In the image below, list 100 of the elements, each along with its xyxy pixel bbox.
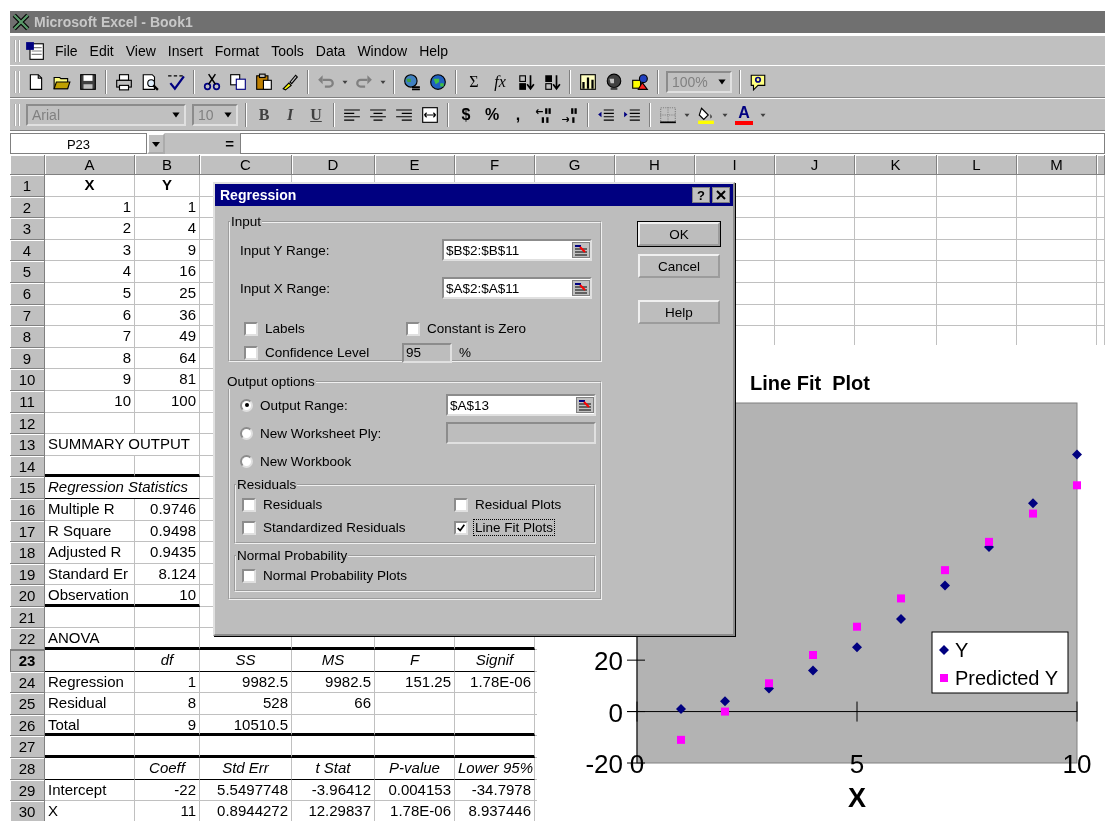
row-header[interactable]: 6 bbox=[10, 282, 45, 305]
radio-button[interactable] bbox=[240, 426, 253, 440]
column-header[interactable] bbox=[1097, 155, 1105, 175]
help-bubble-icon[interactable] bbox=[749, 72, 767, 91]
row-header[interactable]: 3 bbox=[10, 218, 45, 240]
row-header[interactable]: 13 bbox=[10, 434, 45, 456]
column-header[interactable]: J bbox=[775, 155, 855, 175]
column-header[interactable]: A bbox=[45, 155, 135, 175]
radio-label[interactable]: New Workbook bbox=[258, 452, 354, 470]
checkbox-label[interactable]: Residual Plots bbox=[473, 496, 564, 513]
menu-item[interactable]: Format bbox=[208, 42, 266, 59]
radio-button[interactable] bbox=[240, 454, 253, 468]
spelling-check-icon[interactable] bbox=[167, 72, 185, 91]
checkbox[interactable] bbox=[242, 520, 256, 535]
menu-item[interactable]: Window bbox=[351, 42, 414, 59]
row-header[interactable]: 1 bbox=[10, 175, 45, 197]
font-color-button[interactable]: A bbox=[735, 104, 753, 125]
row-header[interactable]: 9 bbox=[10, 347, 45, 370]
row-header[interactable]: 30 bbox=[10, 801, 45, 821]
menu-item[interactable]: Insert bbox=[161, 42, 209, 59]
column-header[interactable]: I bbox=[695, 155, 775, 175]
dialog-button[interactable]: Help bbox=[638, 300, 720, 324]
row-header[interactable]: 14 bbox=[10, 455, 45, 478]
column-header[interactable]: L bbox=[937, 155, 1017, 175]
help-button[interactable]: ? bbox=[692, 187, 710, 203]
dialog-button[interactable]: OK bbox=[638, 222, 720, 246]
checkbox-label[interactable]: Normal Probability Plots bbox=[261, 567, 410, 584]
checkbox[interactable] bbox=[454, 520, 468, 535]
checkbox-label[interactable]: Confidence Level bbox=[263, 344, 372, 361]
radio-button[interactable] bbox=[240, 398, 253, 412]
toolbar-grip[interactable] bbox=[14, 103, 20, 126]
menu-item[interactable]: Help bbox=[413, 42, 454, 59]
checkbox[interactable] bbox=[244, 345, 258, 360]
row-header[interactable]: 16 bbox=[10, 498, 45, 521]
row-header[interactable]: 27 bbox=[10, 736, 45, 759]
paintbrush-icon[interactable] bbox=[281, 72, 299, 91]
globe-stand-icon[interactable] bbox=[605, 72, 623, 91]
column-header[interactable]: H bbox=[615, 155, 695, 175]
print-preview-icon[interactable] bbox=[141, 72, 159, 91]
row-header[interactable]: 17 bbox=[10, 520, 45, 543]
checkbox[interactable] bbox=[406, 321, 420, 336]
bar-chart-icon[interactable] bbox=[579, 72, 597, 91]
new-page-icon[interactable] bbox=[27, 72, 45, 91]
radio-label[interactable]: New Worksheet Ply: bbox=[258, 424, 384, 442]
shapes-icon[interactable] bbox=[631, 72, 649, 91]
checkbox[interactable] bbox=[454, 497, 468, 512]
column-header[interactable]: F bbox=[455, 155, 535, 175]
copy-icon[interactable] bbox=[229, 72, 247, 91]
sort-descending-icon[interactable] bbox=[543, 72, 561, 91]
sum-button[interactable]: Σ bbox=[465, 72, 483, 91]
row-header[interactable]: 26 bbox=[10, 714, 45, 737]
checkbox-label[interactable]: Labels bbox=[263, 320, 307, 337]
borders-icon[interactable] bbox=[659, 105, 677, 124]
row-header[interactable]: 19 bbox=[10, 563, 45, 586]
toolbar-grip[interactable] bbox=[14, 70, 20, 93]
checkbox-label[interactable]: Line Fit Plots bbox=[473, 519, 556, 536]
row-header[interactable]: 21 bbox=[10, 606, 45, 629]
range-field[interactable]: $A$13 bbox=[446, 394, 596, 416]
menu-item[interactable]: View bbox=[119, 42, 162, 59]
comma-button[interactable]: , bbox=[509, 105, 527, 124]
printer-icon[interactable] bbox=[115, 72, 133, 91]
column-header[interactable]: M bbox=[1017, 155, 1097, 175]
row-header[interactable]: 4 bbox=[10, 239, 45, 262]
column-header[interactable]: K bbox=[855, 155, 937, 175]
input-field[interactable] bbox=[446, 422, 596, 444]
select-all-corner[interactable] bbox=[10, 155, 45, 175]
italic-button[interactable]: I bbox=[281, 105, 299, 124]
underline-button[interactable]: U bbox=[307, 105, 325, 124]
clipboard-icon[interactable] bbox=[255, 72, 273, 91]
column-header[interactable]: D bbox=[292, 155, 375, 175]
row-header[interactable]: 7 bbox=[10, 304, 45, 327]
row-header[interactable]: 29 bbox=[10, 779, 45, 802]
checkbox[interactable] bbox=[242, 497, 256, 512]
row-header[interactable]: 11 bbox=[10, 390, 45, 413]
row-header[interactable]: 22 bbox=[10, 628, 45, 651]
globe-link-icon[interactable] bbox=[403, 72, 421, 91]
scissors-icon[interactable] bbox=[203, 72, 221, 91]
checkbox-label[interactable]: Constant is Zero bbox=[425, 320, 529, 337]
bold-button[interactable]: B bbox=[255, 105, 273, 124]
row-header[interactable]: 23 bbox=[10, 650, 45, 672]
checkbox-label[interactable]: Residuals bbox=[261, 496, 325, 513]
radio-label[interactable]: Output Range: bbox=[258, 396, 350, 414]
increase-decimal-icon[interactable] bbox=[535, 105, 553, 124]
row-header[interactable]: 28 bbox=[10, 758, 45, 780]
row-header[interactable]: 2 bbox=[10, 196, 45, 219]
equals-button[interactable]: = bbox=[165, 133, 240, 154]
range-picker-icon[interactable] bbox=[576, 397, 594, 413]
fill-bucket-icon[interactable] bbox=[697, 105, 715, 124]
row-header[interactable]: 12 bbox=[10, 412, 45, 435]
row-header[interactable]: 5 bbox=[10, 261, 45, 283]
menu-item[interactable]: File bbox=[49, 42, 84, 59]
checkbox[interactable] bbox=[244, 321, 258, 336]
save-icon[interactable] bbox=[79, 72, 97, 91]
menu-item[interactable]: Tools bbox=[265, 42, 310, 59]
sort-ascending-icon[interactable] bbox=[517, 72, 535, 91]
currency-button[interactable]: $ bbox=[457, 105, 475, 124]
column-header[interactable]: B bbox=[135, 155, 200, 175]
range-picker-icon[interactable] bbox=[572, 242, 590, 258]
name-box[interactable]: P23 bbox=[10, 133, 147, 154]
range-picker-icon[interactable] bbox=[572, 280, 590, 296]
